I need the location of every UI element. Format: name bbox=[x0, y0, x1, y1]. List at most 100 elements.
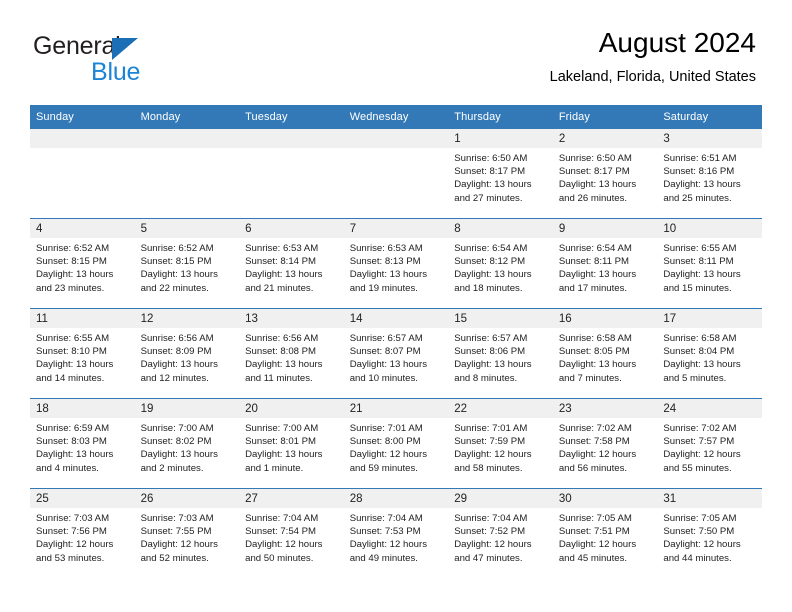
calendar-day-cell[interactable]: 12 Sunrise: 6:56 AM Sunset: 8:09 PM Dayligh… bbox=[134, 308, 240, 399]
sunrise-text: Sunrise: 6:58 AM bbox=[558, 333, 632, 344]
day-number: 19 bbox=[134, 399, 240, 418]
day-box: 10 Sunrise: 6:55 AM Sunset: 8:11 PM Dayligh… bbox=[657, 219, 762, 308]
calendar-day-cell[interactable]: 9 Sunrise: 6:54 AM Sunset: 8:11 PM Daylight… bbox=[552, 218, 658, 309]
day-number: 10 bbox=[657, 219, 762, 238]
sunset-text: Sunset: 7:50 PM bbox=[663, 526, 735, 538]
calendar-day-cell[interactable]: 7 Sunrise: 6:53 AM Sunset: 8:13 PM Daylight… bbox=[343, 218, 449, 309]
sunset-text: Sunset: 8:03 PM bbox=[36, 436, 107, 448]
logo-text-blue: Blue bbox=[91, 58, 141, 86]
day-details: Sunrise: 6:58 AM Sunset: 8:04 PM Daylight:… bbox=[657, 328, 762, 385]
day-box: 15 Sunrise: 6:57 AM Sunset: 8:06 PM Dayligh… bbox=[448, 309, 553, 398]
calendar-day-cell[interactable]: 8 Sunrise: 6:54 AM Sunset: 8:12 PM Daylight… bbox=[448, 218, 553, 309]
day-number: 26 bbox=[134, 489, 240, 508]
sunrise-text: Sunrise: 6:57 AM bbox=[454, 333, 528, 344]
daylight-text: Daylight: 12 hours and 45 minutes. bbox=[558, 539, 637, 564]
calendar-day-cell[interactable]: 29 Sunrise: 7:04 AM Sunset: 7:52 PM Dayligh… bbox=[448, 488, 553, 578]
daylight-text: Daylight: 13 hours and 25 minutes. bbox=[663, 179, 741, 204]
day-box: 25 Sunrise: 7:03 AM Sunset: 7:56 PM Dayligh… bbox=[30, 489, 135, 578]
sunrise-text: Sunrise: 6:51 AM bbox=[663, 153, 737, 164]
sunset-text: Sunset: 8:09 PM bbox=[140, 346, 212, 358]
calendar-day-cell[interactable]: 23 Sunrise: 7:02 AM Sunset: 7:58 PM Dayligh… bbox=[552, 398, 658, 489]
day-box bbox=[343, 129, 449, 218]
general-blue-logo[interactable]: General Blue bbox=[33, 32, 233, 88]
daylight-text: Daylight: 13 hours and 23 minutes. bbox=[36, 269, 114, 294]
day-details: Sunrise: 6:51 AM Sunset: 8:16 PM Daylight:… bbox=[657, 148, 762, 205]
calendar-day-cell[interactable]: 14 Sunrise: 6:57 AM Sunset: 8:07 PM Dayligh… bbox=[343, 308, 449, 399]
calendar-day-cell[interactable]: 22 Sunrise: 7:01 AM Sunset: 7:59 PM Dayligh… bbox=[448, 398, 553, 489]
sunrise-text: Sunrise: 6:59 AM bbox=[36, 423, 110, 434]
day-details: Sunrise: 7:03 AM Sunset: 7:56 PM Daylight:… bbox=[30, 508, 135, 565]
calendar-day-cell[interactable]: 5 Sunrise: 6:52 AM Sunset: 8:15 PM Daylight… bbox=[134, 218, 240, 309]
day-number bbox=[239, 129, 344, 148]
calendar-day-cell[interactable]: 24 Sunrise: 7:02 AM Sunset: 7:57 PM Dayligh… bbox=[657, 398, 762, 489]
daylight-text: Daylight: 13 hours and 17 minutes. bbox=[558, 269, 637, 294]
day-box: 14 Sunrise: 6:57 AM Sunset: 8:07 PM Dayligh… bbox=[343, 309, 449, 398]
calendar-day-cell[interactable]: 25 Sunrise: 7:03 AM Sunset: 7:56 PM Dayligh… bbox=[30, 488, 135, 578]
day-box: 28 Sunrise: 7:04 AM Sunset: 7:53 PM Dayligh… bbox=[343, 489, 449, 578]
day-number: 24 bbox=[657, 399, 762, 418]
page-title: August 2024 bbox=[598, 27, 756, 58]
day-details: Sunrise: 6:50 AM Sunset: 8:17 PM Daylight:… bbox=[553, 148, 658, 205]
page-header: General Blue August 2024 Lakeland, Flori… bbox=[0, 0, 792, 100]
daylight-text: Daylight: 13 hours and 14 minutes. bbox=[36, 359, 114, 384]
daylight-text: Daylight: 13 hours and 11 minutes. bbox=[245, 359, 323, 384]
calendar-day-cell[interactable]: 10 Sunrise: 6:55 AM Sunset: 8:11 PM Dayligh… bbox=[657, 218, 762, 309]
calendar-day-cell[interactable]: 2 Sunrise: 6:50 AM Sunset: 8:17 PM Daylight… bbox=[552, 129, 658, 219]
sunset-text: Sunset: 8:00 PM bbox=[349, 436, 421, 448]
sunset-text: Sunset: 8:11 PM bbox=[558, 256, 630, 268]
day-box: 2 Sunrise: 6:50 AM Sunset: 8:17 PM Daylight… bbox=[552, 129, 658, 218]
day-number: 18 bbox=[30, 399, 135, 418]
sunrise-text: Sunrise: 7:05 AM bbox=[663, 513, 737, 524]
daylight-text: Daylight: 13 hours and 2 minutes. bbox=[140, 449, 218, 474]
calendar-cell-empty bbox=[134, 129, 240, 219]
day-number: 31 bbox=[657, 489, 762, 508]
sunrise-text: Sunrise: 6:54 AM bbox=[558, 243, 632, 254]
day-number: 14 bbox=[343, 309, 449, 328]
sunrise-text: Sunrise: 6:54 AM bbox=[454, 243, 528, 254]
sunset-text: Sunset: 8:17 PM bbox=[454, 166, 526, 178]
calendar-day-cell[interactable]: 21 Sunrise: 7:01 AM Sunset: 8:00 PM Dayligh… bbox=[343, 398, 449, 489]
day-box: 20 Sunrise: 7:00 AM Sunset: 8:01 PM Dayligh… bbox=[239, 399, 344, 488]
calendar-day-cell[interactable]: 30 Sunrise: 7:05 AM Sunset: 7:51 PM Dayligh… bbox=[552, 488, 658, 578]
calendar-day-cell[interactable]: 1 Sunrise: 6:50 AM Sunset: 8:17 PM Daylight… bbox=[448, 129, 553, 219]
day-box bbox=[239, 129, 344, 218]
weekday-header-wednesday: Wednesday bbox=[343, 105, 449, 129]
calendar-day-cell[interactable]: 20 Sunrise: 7:00 AM Sunset: 8:01 PM Dayligh… bbox=[239, 398, 344, 489]
calendar-day-cell[interactable]: 18 Sunrise: 6:59 AM Sunset: 8:03 PM Dayligh… bbox=[30, 398, 135, 489]
daylight-text: Daylight: 13 hours and 12 minutes. bbox=[140, 359, 218, 384]
calendar-day-cell[interactable]: 31 Sunrise: 7:05 AM Sunset: 7:50 PM Dayligh… bbox=[657, 488, 762, 578]
day-number: 4 bbox=[30, 219, 135, 238]
sunset-text: Sunset: 8:04 PM bbox=[663, 346, 735, 358]
calendar-day-cell[interactable]: 13 Sunrise: 6:56 AM Sunset: 8:08 PM Dayligh… bbox=[239, 308, 344, 399]
calendar-day-cell[interactable]: 19 Sunrise: 7:00 AM Sunset: 8:02 PM Dayligh… bbox=[134, 398, 240, 489]
calendar-day-cell[interactable]: 15 Sunrise: 6:57 AM Sunset: 8:06 PM Dayligh… bbox=[448, 308, 553, 399]
sunset-text: Sunset: 8:12 PM bbox=[454, 256, 526, 268]
sunset-text: Sunset: 7:54 PM bbox=[245, 526, 317, 538]
calendar-day-cell[interactable]: 11 Sunrise: 6:55 AM Sunset: 8:10 PM Dayligh… bbox=[30, 308, 135, 399]
daylight-text: Daylight: 12 hours and 55 minutes. bbox=[663, 449, 741, 474]
calendar-day-cell[interactable]: 4 Sunrise: 6:52 AM Sunset: 8:15 PM Daylight… bbox=[30, 218, 135, 309]
calendar-day-cell[interactable]: 27 Sunrise: 7:04 AM Sunset: 7:54 PM Dayligh… bbox=[239, 488, 344, 578]
calendar-day-cell[interactable]: 16 Sunrise: 6:58 AM Sunset: 8:05 PM Dayligh… bbox=[552, 308, 658, 399]
sunset-text: Sunset: 7:57 PM bbox=[663, 436, 735, 448]
daylight-text: Daylight: 12 hours and 53 minutes. bbox=[36, 539, 114, 564]
calendar-page: General Blue August 2024 Lakeland, Flori… bbox=[0, 0, 792, 612]
day-box: 7 Sunrise: 6:53 AM Sunset: 8:13 PM Daylight… bbox=[343, 219, 449, 308]
calendar-day-cell[interactable]: 6 Sunrise: 6:53 AM Sunset: 8:14 PM Daylight… bbox=[239, 218, 344, 309]
page-subtitle: Lakeland, Florida, United States bbox=[549, 69, 756, 85]
day-number: 27 bbox=[239, 489, 344, 508]
sunset-text: Sunset: 8:17 PM bbox=[558, 166, 630, 178]
sunrise-text: Sunrise: 7:05 AM bbox=[558, 513, 632, 524]
sunset-text: Sunset: 7:58 PM bbox=[558, 436, 630, 448]
calendar-day-cell[interactable]: 3 Sunrise: 6:51 AM Sunset: 8:16 PM Daylight… bbox=[657, 129, 762, 219]
calendar-day-cell[interactable]: 28 Sunrise: 7:04 AM Sunset: 7:53 PM Dayligh… bbox=[343, 488, 449, 578]
daylight-text: Daylight: 13 hours and 1 minute. bbox=[245, 449, 323, 474]
calendar-day-cell[interactable]: 26 Sunrise: 7:03 AM Sunset: 7:55 PM Dayligh… bbox=[134, 488, 240, 578]
day-number: 15 bbox=[448, 309, 553, 328]
sunrise-text: Sunrise: 6:57 AM bbox=[349, 333, 423, 344]
calendar-cell-empty bbox=[30, 129, 135, 219]
calendar-day-cell[interactable]: 17 Sunrise: 6:58 AM Sunset: 8:04 PM Dayligh… bbox=[657, 308, 762, 399]
sunrise-text: Sunrise: 7:04 AM bbox=[245, 513, 319, 524]
calendar-table: Sunday Monday Tuesday Wednesday Thursday… bbox=[30, 105, 762, 578]
day-details: Sunrise: 6:57 AM Sunset: 8:06 PM Daylight:… bbox=[448, 328, 553, 385]
